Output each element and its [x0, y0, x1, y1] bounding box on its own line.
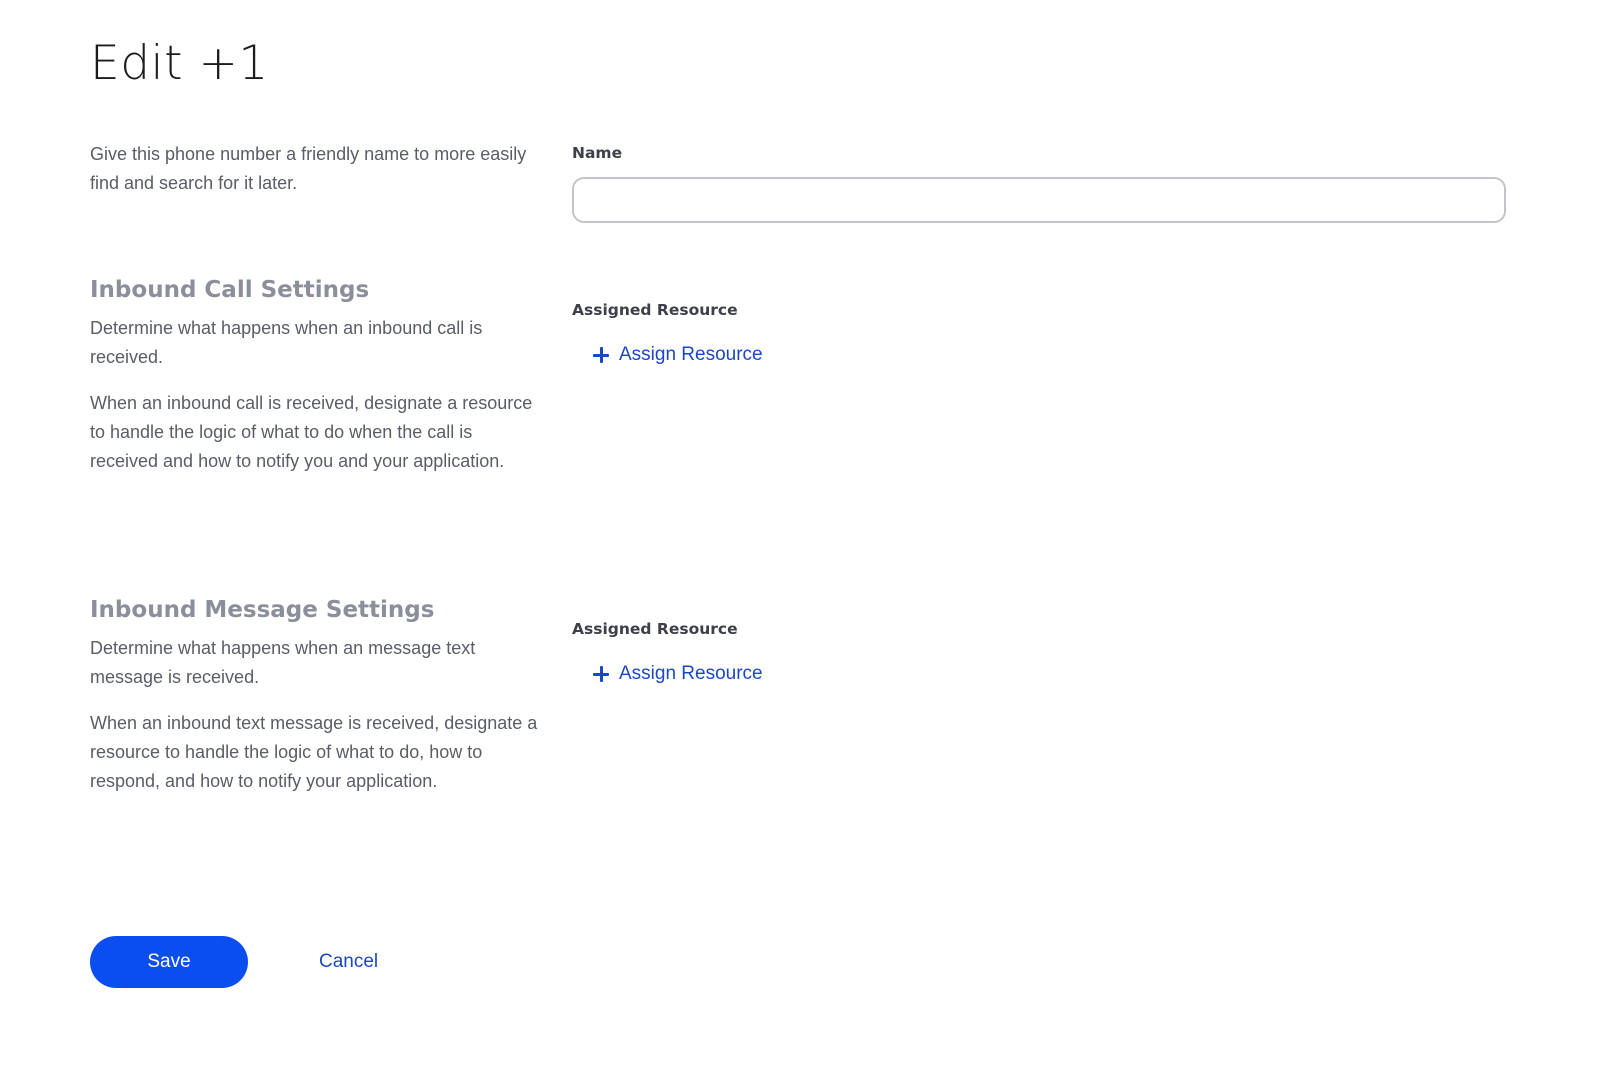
- call-assigned-resource-label: Assigned Resource: [572, 301, 738, 319]
- name-field-block: Name: [572, 143, 1510, 223]
- call-assign-resource-text: Assign Resource: [619, 344, 763, 365]
- cancel-link[interactable]: Cancel: [319, 950, 378, 974]
- name-description-block: Give this phone number a friendly name t…: [90, 140, 540, 198]
- message-assign-resource-link[interactable]: Assign Resource: [592, 663, 763, 685]
- edit-phone-number-page: Edit +1 Give this phone number a friendl…: [90, 0, 1510, 1083]
- name-label: Name: [572, 144, 623, 162]
- save-button[interactable]: Save: [90, 936, 248, 988]
- inbound-message-details: When an inbound text message is received…: [90, 713, 538, 791]
- inbound-call-summary: Determine what happens when an inbound c…: [90, 318, 483, 367]
- inbound-call-settings-section: Inbound Call Settings Determine what hap…: [90, 274, 540, 476]
- inbound-message-resource-block: Assigned Resource Assign Resource: [572, 619, 1510, 688]
- plus-icon: [592, 346, 610, 364]
- call-assign-resource-link[interactable]: Assign Resource: [592, 344, 763, 366]
- message-assign-resource-text: Assign Resource: [619, 663, 763, 684]
- message-assigned-resource-label: Assigned Resource: [572, 620, 738, 638]
- inbound-call-settings-heading: Inbound Call Settings: [90, 277, 370, 303]
- name-description: Give this phone number a friendly name t…: [90, 144, 527, 193]
- inbound-message-settings-heading: Inbound Message Settings: [90, 597, 435, 623]
- plus-icon: [592, 665, 610, 683]
- name-input[interactable]: [572, 177, 1506, 223]
- inbound-call-details: When an inbound call is received, design…: [90, 393, 533, 471]
- inbound-message-summary: Determine what happens when an message t…: [90, 638, 476, 687]
- inbound-call-resource-block: Assigned Resource Assign Resource: [572, 300, 1510, 369]
- inbound-message-settings-section: Inbound Message Settings Determine what …: [90, 594, 540, 796]
- page-title: Edit +1: [90, 36, 269, 91]
